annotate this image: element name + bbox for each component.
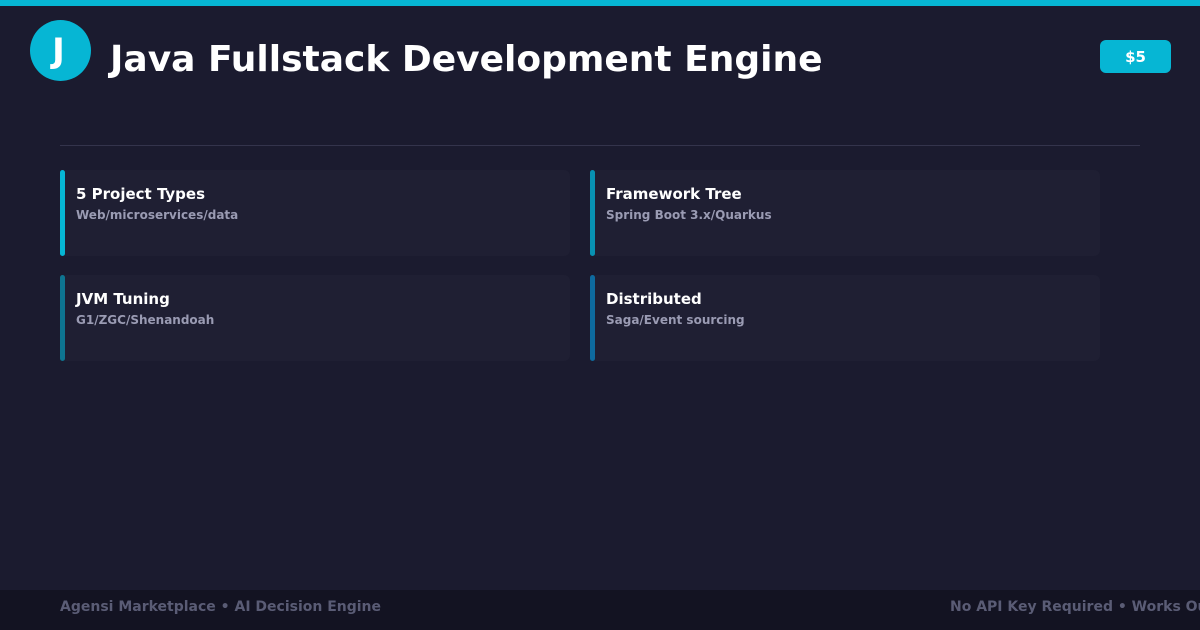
card-title: Distributed: [606, 290, 702, 308]
footer-right-text: No API Key Required • Works Ou: [950, 599, 1200, 615]
card-accent-bar: [590, 170, 595, 256]
footer: Agensi Marketplace • AI Decision Engine …: [0, 590, 1200, 630]
footer-left-text: Agensi Marketplace • AI Decision Engine: [60, 599, 382, 615]
card-accent-bar: [590, 275, 595, 361]
feature-card-framework-tree: Framework Tree Spring Boot 3.x/Quarkus: [590, 170, 1100, 256]
card-subtitle: Web/microservices/data: [76, 208, 239, 222]
card-title: Framework Tree: [606, 185, 742, 203]
feature-card-jvm-tuning: JVM Tuning G1/ZGC/Shenandoah: [60, 275, 570, 361]
logo-letter: J: [52, 30, 65, 71]
card-subtitle: G1/ZGC/Shenandoah: [76, 313, 215, 327]
card-subtitle: Spring Boot 3.x/Quarkus: [606, 208, 772, 222]
card-accent-bar: [60, 275, 65, 361]
card-accent-bar: [60, 170, 65, 256]
logo-icon: J: [30, 20, 91, 81]
card-subtitle: Saga/Event sourcing: [606, 313, 745, 327]
top-accent-bar: [0, 0, 1200, 6]
header-divider: [60, 145, 1140, 146]
page-title: Java Fullstack Development Engine: [110, 39, 823, 80]
price-badge: $5: [1100, 40, 1171, 73]
feature-card-project-types: 5 Project Types Web/microservices/data: [60, 170, 570, 256]
card-title: 5 Project Types: [76, 185, 206, 203]
card-title: JVM Tuning: [76, 290, 170, 308]
feature-card-distributed: Distributed Saga/Event sourcing: [590, 275, 1100, 361]
